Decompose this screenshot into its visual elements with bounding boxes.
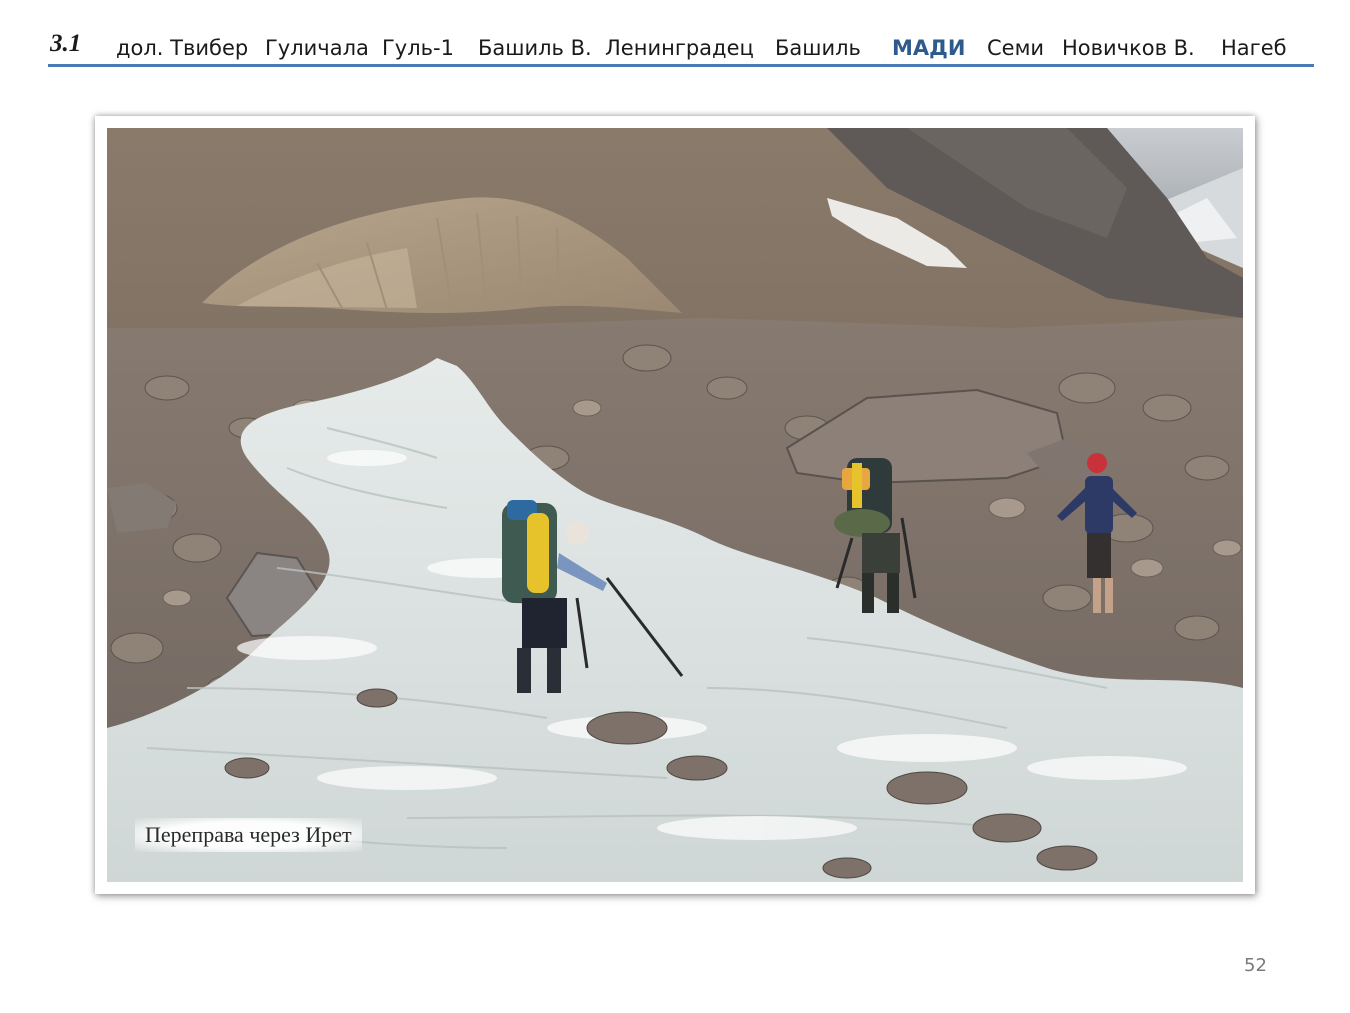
nav-item-leningradets[interactable]: Ленинградец — [605, 36, 754, 60]
photo-caption: Переправа через Ирет — [135, 818, 362, 852]
photo-frame: Переправа через Ирет — [95, 116, 1255, 894]
nav-item-nageb[interactable]: Нагеб — [1221, 36, 1287, 60]
nav-item-bashil[interactable]: Башиль — [775, 36, 861, 60]
river-crossing-photo: Переправа через Ирет — [107, 128, 1243, 882]
page-number: 52 — [1244, 955, 1267, 976]
header-nav: 3.1 дол. Твибер Гуличала Гуль-1 Башиль В… — [48, 28, 1314, 68]
nav-item-gul-1[interactable]: Гуль-1 — [382, 36, 454, 60]
nav-item-bashil-v[interactable]: Башиль В. — [478, 36, 592, 60]
nav-item-tviber[interactable]: дол. Твибер — [116, 36, 248, 60]
nav-item-madi[interactable]: МАДИ — [892, 36, 965, 60]
nav-item-semi[interactable]: Семи — [987, 36, 1044, 60]
nav-item-novichkov-v[interactable]: Новичков В. — [1062, 36, 1195, 60]
section-number: 3.1 — [50, 30, 82, 57]
nav-item-gulichala[interactable]: Гуличала — [265, 36, 369, 60]
header-divider — [48, 64, 1314, 67]
